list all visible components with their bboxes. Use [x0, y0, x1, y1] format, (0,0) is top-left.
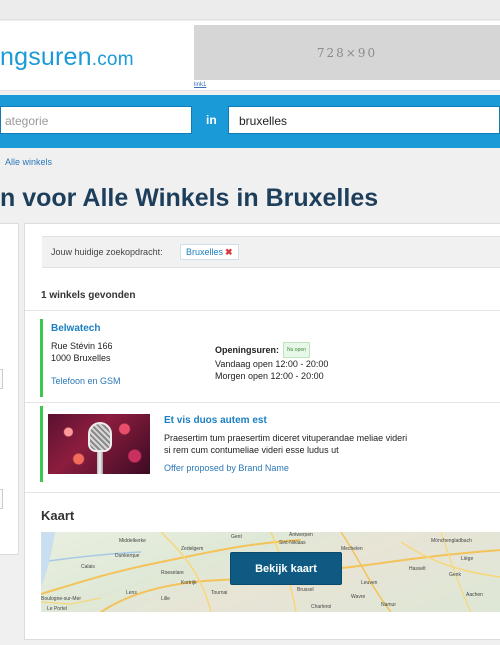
- current-query: Jouw huidige zoekopdracht: Bruxelles ✖: [42, 236, 500, 268]
- filter-control[interactable]: [0, 369, 3, 389]
- site-header: ngsuren.com 728×90 link1: [0, 21, 500, 91]
- top-strip: [0, 0, 500, 20]
- map-label: Leuven: [361, 580, 378, 586]
- divider: [25, 492, 500, 493]
- promo-text: Praesertim tum praesertim diceret vitupe…: [164, 432, 500, 456]
- store-listing: Belwatech Rue Stévin 166 1000 Bruxelles …: [40, 319, 500, 397]
- map-label: Liège: [461, 556, 474, 562]
- map-label: Namur: [381, 602, 397, 608]
- map-label: Sint-Niklaas: [279, 540, 306, 546]
- promo-line: Praesertim tum praesertim diceret vitupe…: [164, 433, 408, 443]
- divider: [25, 310, 500, 311]
- logo-domain: .com: [91, 49, 134, 70]
- hours-label: Openingsuren:: [215, 345, 280, 355]
- map-label: Gent: [231, 534, 242, 540]
- filter-sidebar: [0, 223, 19, 555]
- map-label: Kortrijk: [181, 580, 197, 586]
- query-tag-label: Bruxelles: [186, 247, 224, 257]
- map-label: Aachen: [466, 592, 483, 598]
- map-label: Mönchengladbach: [431, 538, 472, 544]
- map-heading: Kaart: [41, 508, 75, 523]
- store-name-link[interactable]: Belwatech: [51, 323, 100, 334]
- promo-title-link[interactable]: Et vis duos autem est: [164, 415, 267, 426]
- store-address: Rue Stévin 166 1000 Bruxelles: [51, 340, 113, 364]
- map-label: Lens: [126, 590, 137, 596]
- hours-tomorrow: Morgen open 12:00 - 20:00: [215, 371, 324, 381]
- promo-line: si rem cum contumeliae videri esse ludus…: [164, 445, 339, 455]
- map-label: Calais: [81, 564, 95, 570]
- map-label: Brussel: [297, 587, 314, 593]
- store-street: Rue Stévin 166: [51, 341, 113, 351]
- store-city: 1000 Bruxelles: [51, 353, 111, 363]
- view-map-button[interactable]: Bekijk kaart: [230, 552, 342, 585]
- map-label: Charleroi: [311, 604, 332, 610]
- category-input[interactable]: ategorie: [0, 106, 192, 134]
- map-label: Roeselare: [161, 570, 184, 576]
- location-input[interactable]: bruxelles: [228, 106, 500, 134]
- map-label: Lille: [161, 596, 170, 602]
- promo-image[interactable]: [48, 414, 150, 474]
- microphone-icon: [88, 422, 112, 452]
- map-label: Mechelen: [341, 546, 363, 552]
- map-label: Zedelgem: [181, 546, 204, 552]
- results-panel: Jouw huidige zoekopdracht: Bruxelles ✖ 1 …: [24, 223, 500, 640]
- map-preview[interactable]: Middelkerke Antwerpen Sint-Niklaas Zedel…: [41, 532, 500, 612]
- map-label: Middelkerke: [119, 538, 146, 544]
- map-label: Genk: [449, 572, 461, 578]
- map-label: Le Portel: [47, 606, 68, 612]
- search-bar: ategorie in bruxelles: [0, 95, 500, 148]
- page-title: n voor Alle Winkels in Bruxelles: [0, 184, 379, 212]
- opening-hours: Openingsuren: Nu open Vandaag open 12:00 …: [215, 342, 328, 382]
- query-tag[interactable]: Bruxelles ✖: [180, 244, 239, 260]
- microphone-stand: [97, 452, 103, 474]
- ad-link[interactable]: link1: [194, 82, 206, 88]
- ad-banner[interactable]: 728×90: [194, 25, 500, 80]
- map-label: Dunkerque: [115, 553, 140, 559]
- results-count: 1 winkels gevonden: [41, 290, 136, 301]
- remove-tag-icon[interactable]: ✖: [225, 247, 233, 257]
- hours-today: Vandaag open 12:00 - 20:00: [215, 359, 329, 369]
- open-now-badge: Nu open: [283, 342, 310, 358]
- promo-brand-link[interactable]: Offer proposed by Brand Name: [164, 463, 289, 473]
- map-label: Hasselt: [409, 566, 426, 572]
- map-label: Wavre: [351, 594, 366, 600]
- map-label: Tournai: [211, 590, 228, 596]
- site-logo[interactable]: ngsuren.com: [0, 43, 134, 72]
- filter-control[interactable]: [0, 489, 3, 509]
- promo-listing: Et vis duos autem est Praesertim tum pra…: [40, 406, 500, 482]
- map-label: Boulogne-sur-Mer: [41, 596, 82, 602]
- breadcrumb[interactable]: Alle winkels: [5, 157, 52, 167]
- query-label: Jouw huidige zoekopdracht:: [51, 247, 163, 257]
- store-category-link[interactable]: Telefoon en GSM: [51, 376, 121, 386]
- map-label: Antwerpen: [289, 532, 313, 538]
- in-label: in: [206, 113, 217, 127]
- divider: [25, 402, 500, 403]
- logo-text: ngsuren: [0, 43, 92, 71]
